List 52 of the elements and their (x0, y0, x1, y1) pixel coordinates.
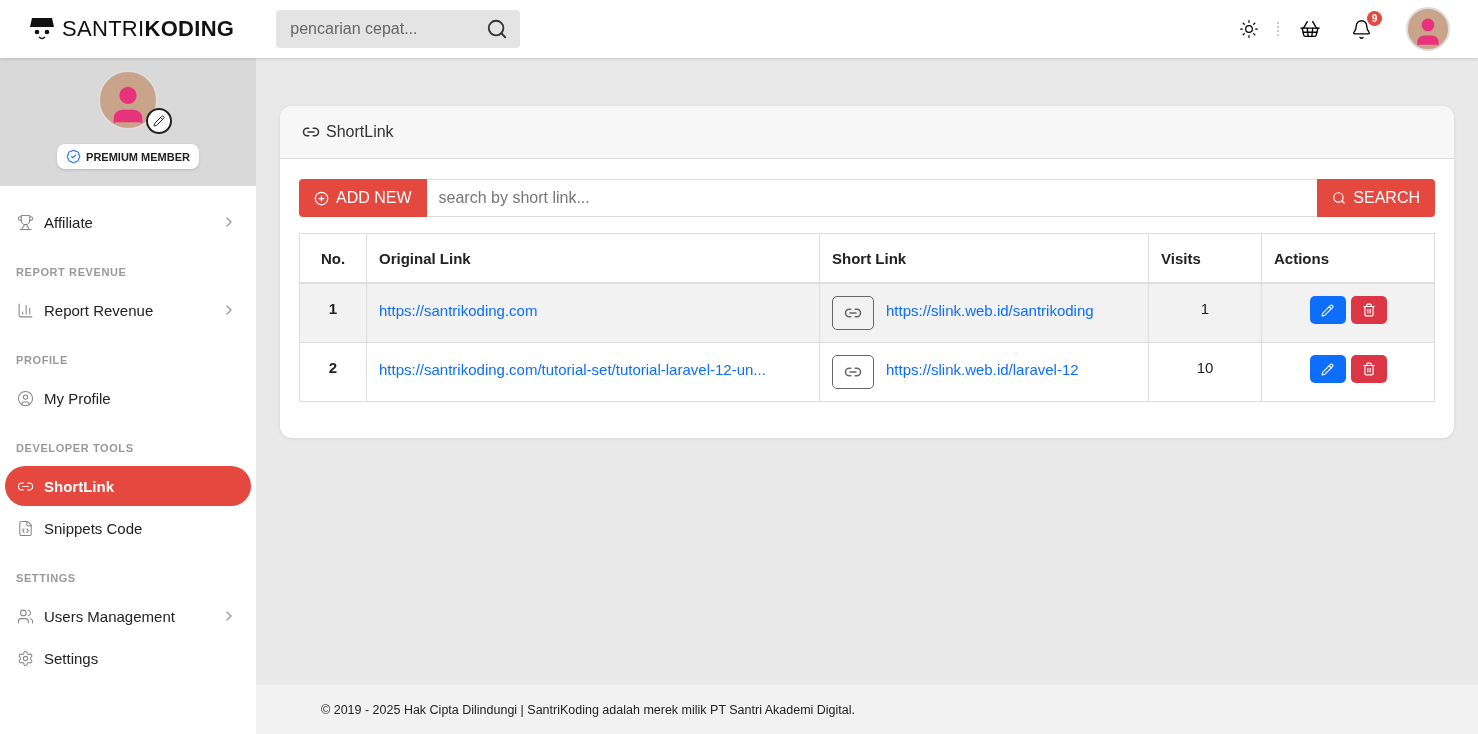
copy-link-button[interactable] (832, 355, 874, 389)
plus-icon (314, 190, 329, 206)
original-link[interactable]: https://santrikoding.com (379, 296, 538, 323)
section-heading: DEVELOPER TOOLS (15, 441, 135, 456)
search-field[interactable]: pencarian cepat... (288, 19, 487, 39)
search-icon (486, 18, 509, 40)
sidebar-item[interactable]: My Profile (5, 378, 251, 418)
sidebar-item[interactable]: ShortLink (5, 466, 251, 506)
menu-icon (17, 301, 34, 319)
avatar[interactable] (1406, 7, 1450, 51)
short-link[interactable]: https://slink.web.id/santrikoding (886, 296, 1094, 323)
trash-icon (1361, 362, 1376, 376)
section-heading: REPORT REVENUE (15, 265, 128, 280)
bell-icon (1351, 18, 1372, 40)
section-heading: SETTINGS (15, 571, 77, 586)
edit-icon[interactable] (146, 108, 172, 134)
copy-link-button[interactable] (832, 296, 874, 330)
delete-button[interactable] (1350, 296, 1387, 324)
sidebar-item[interactable]: Snippets Code (5, 508, 251, 548)
sidebar-item[interactable]: Settings (5, 638, 251, 678)
search-button[interactable]: SEARCH (1317, 179, 1435, 217)
menu-icon (17, 649, 34, 667)
menu-icon (17, 519, 34, 537)
sidebar-item[interactable]: Report Revenue (5, 290, 251, 330)
table-cell: 1 (1148, 283, 1262, 343)
footer-text: © 2019 - 2025 Hak Cipta Dilindungi | SantriKoding adalah merek milik PT Santri Akademi Digital. (256, 685, 1478, 734)
notification-count: 9 (1367, 10, 1382, 26)
search-field[interactable]: search by short link... (426, 179, 1318, 217)
menu-icon (17, 607, 34, 625)
card-title: ShortLink (326, 123, 394, 141)
table-cell: 1 (299, 283, 367, 343)
edit-button[interactable] (1309, 355, 1346, 383)
pencil-icon (1321, 362, 1334, 376)
sidebar-item[interactable]: Affiliate (5, 202, 251, 242)
add-new-button[interactable]: ADD NEW (299, 179, 427, 217)
search-field[interactable]: pencarian cepat... (276, 10, 521, 48)
original-link[interactable]: https://santrikoding.com/tutorial-set/tutorial-laravel-12-un... (379, 355, 766, 382)
sidebar-item[interactable]: Users Management (5, 596, 251, 636)
short-link[interactable]: https://slink.web.id/laravel-12 (886, 355, 1079, 382)
logo-icon (28, 16, 56, 42)
menu-icon (17, 389, 34, 407)
delete-button[interactable] (1350, 355, 1387, 383)
logo-text: SANTRIKODING (62, 16, 235, 42)
table-cell: 2 (299, 342, 367, 402)
menu-icon (17, 213, 34, 231)
edit-button[interactable] (1309, 296, 1346, 324)
section-heading: PROFILE (15, 353, 69, 368)
trash-icon (1361, 303, 1376, 317)
pencil-icon (1321, 303, 1334, 317)
search-icon (1332, 191, 1347, 205)
table-cell: 10 (1148, 342, 1262, 402)
premium-badge: PREMIUM MEMBER (57, 144, 199, 169)
